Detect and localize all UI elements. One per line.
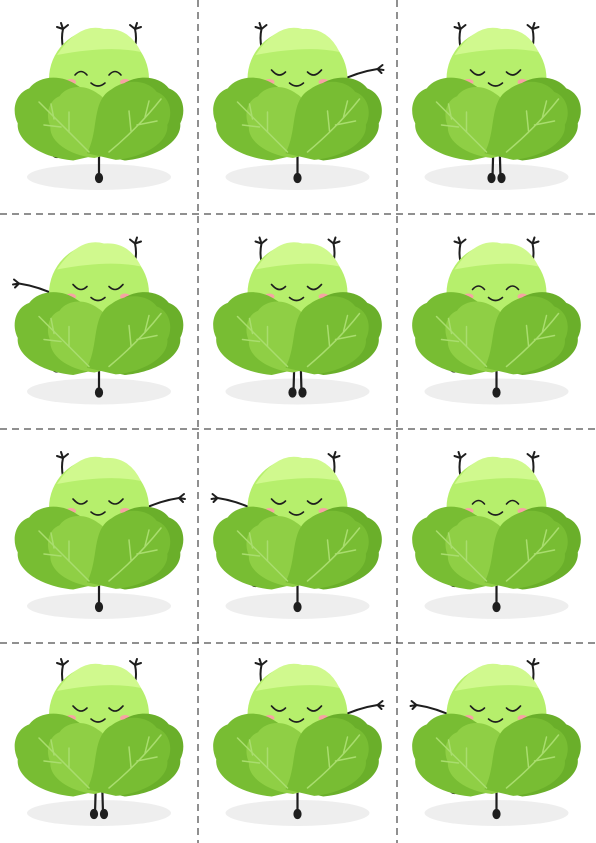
cabbage-card-1 [14, 22, 184, 190]
hand [376, 700, 385, 710]
hand [453, 451, 467, 459]
foot [492, 387, 501, 398]
hand [526, 451, 540, 459]
foot-right [497, 172, 506, 184]
foot-left [288, 387, 297, 398]
hand [210, 493, 219, 503]
hand [254, 658, 268, 666]
foot-left [89, 808, 99, 820]
foot [293, 808, 302, 820]
hand [254, 236, 268, 245]
hand [453, 22, 467, 30]
hand [56, 22, 69, 30]
hand [56, 658, 69, 666]
ground-shadow [225, 378, 370, 405]
foot [94, 601, 104, 613]
hand [526, 22, 540, 30]
hand [254, 22, 268, 30]
hand [526, 658, 540, 666]
hand [129, 22, 142, 30]
cabbage-card-6 [412, 236, 581, 405]
foot-right [99, 808, 109, 820]
hand [376, 64, 385, 74]
foot [94, 172, 104, 184]
cabbage-card-4 [12, 236, 184, 405]
foot [492, 601, 501, 613]
cabbage-card-8 [210, 451, 382, 619]
hand [327, 236, 341, 245]
cabbage-card-12 [409, 658, 581, 826]
cut-out-sheet [0, 0, 596, 843]
hand [327, 451, 341, 459]
hand [12, 278, 20, 289]
hand [129, 658, 142, 666]
hand [178, 493, 186, 503]
hand [409, 700, 418, 710]
cabbage-card-2 [213, 22, 385, 190]
foot-right [298, 387, 307, 398]
cabbage-card-11 [213, 658, 385, 826]
hand [453, 236, 467, 245]
cabbage-card-5 [213, 236, 382, 405]
ground-shadow [424, 164, 569, 190]
hand [526, 236, 540, 245]
foot [293, 601, 302, 613]
cabbage-card-7 [14, 451, 186, 619]
cabbage-card-9 [412, 451, 581, 619]
cabbage-card-10 [14, 658, 184, 826]
foot-left [487, 172, 496, 184]
hand [129, 236, 142, 245]
cabbage-card-3 [412, 22, 581, 190]
ground-shadow [27, 800, 171, 826]
cabbage-cards-grid [0, 0, 596, 843]
foot [94, 387, 104, 398]
foot [492, 808, 501, 820]
foot [293, 172, 302, 184]
hand [56, 451, 69, 459]
